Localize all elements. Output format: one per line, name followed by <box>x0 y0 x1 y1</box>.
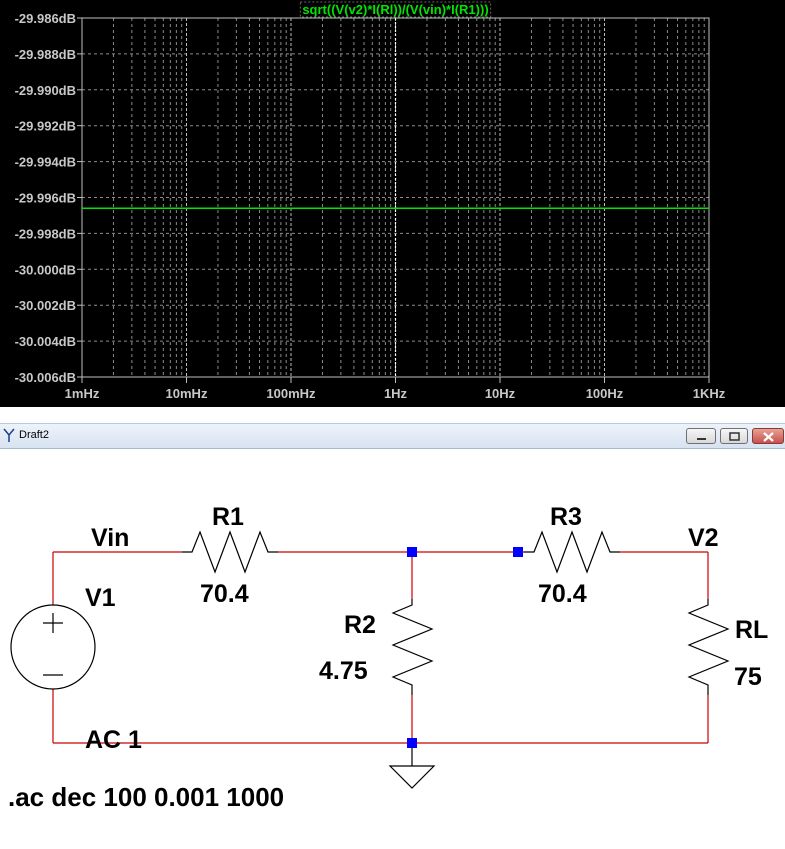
resistor-r3[interactable] <box>524 530 620 574</box>
schematic-window-titlebar[interactable]: Draft2 <box>0 423 785 449</box>
close-icon <box>763 432 774 442</box>
y-tick-label: -30.000dB <box>15 262 76 277</box>
voltage-source-v1[interactable] <box>10 604 96 690</box>
y-tick-label: -29.990dB <box>15 83 76 98</box>
r2-name[interactable]: R2 <box>344 611 376 639</box>
junction-dot <box>513 547 523 557</box>
spice-directive[interactable]: .ac dec 100 0.001 1000 <box>8 782 284 812</box>
ltspice-app-icon <box>3 428 15 442</box>
minimize-button[interactable] <box>686 428 716 444</box>
x-tick-label: 100mHz <box>266 386 316 401</box>
y-tick-label: -30.004dB <box>15 334 76 349</box>
v1-value[interactable]: AC 1 <box>85 726 142 754</box>
schematic-drawing[interactable]: Vin V2 V1 AC 1 R1 70.4 R2 4.75 R3 70.4 R… <box>0 449 785 849</box>
net-label-vin[interactable]: Vin <box>91 524 129 552</box>
y-tick-label: -29.986dB <box>15 11 76 26</box>
x-tick-label: 10mHz <box>166 386 208 401</box>
x-tick-label: 1Hz <box>384 386 408 401</box>
x-tick-label: 100Hz <box>586 386 624 401</box>
schematic-canvas[interactable]: Vin V2 V1 AC 1 R1 70.4 R2 4.75 R3 70.4 R… <box>0 449 785 849</box>
waveform-plot-pane[interactable]: -29.986dB -29.988dB -29.990dB -29.992dB -29.… <box>0 0 785 407</box>
schematic-labels: Vin V2 V1 AC 1 R1 70.4 R2 4.75 R3 70.4 R… <box>8 503 768 812</box>
junction-dot <box>407 547 417 557</box>
trace-label[interactable]: sqrt((V(v2)*I(Rl))/(V(vin)*I(R1))) <box>302 2 488 17</box>
v1-name[interactable]: V1 <box>85 584 116 612</box>
y-tick-label: -29.994dB <box>15 155 76 170</box>
rl-value[interactable]: 75 <box>734 663 762 691</box>
r3-name[interactable]: R3 <box>550 503 582 531</box>
y-tick-label: -30.002dB <box>15 298 76 313</box>
resistor-r1[interactable] <box>182 530 278 574</box>
y-tick-label: -29.992dB <box>15 119 76 134</box>
ground-symbol[interactable] <box>388 743 436 789</box>
resistor-r2[interactable] <box>391 599 434 695</box>
minimize-icon <box>697 438 706 440</box>
y-tick-label: -29.998dB <box>15 226 76 241</box>
r3-value[interactable]: 70.4 <box>538 580 587 608</box>
resistor-rl[interactable] <box>687 599 730 695</box>
y-tick-label: -29.988dB <box>15 47 76 62</box>
maximize-button[interactable] <box>720 428 748 444</box>
r1-value[interactable]: 70.4 <box>200 580 249 608</box>
close-button[interactable] <box>752 428 784 444</box>
maximize-icon <box>729 432 740 441</box>
waveform-plot[interactable]: -29.986dB -29.988dB -29.990dB -29.992dB -29.… <box>0 0 785 407</box>
wires <box>52 551 709 744</box>
net-label-v2[interactable]: V2 <box>688 524 719 552</box>
x-tick-label: 1KHz <box>693 386 726 401</box>
junction-dot <box>407 738 417 748</box>
x-tick-label: 10Hz <box>485 386 516 401</box>
node-dots <box>407 547 523 748</box>
r1-name[interactable]: R1 <box>212 503 244 531</box>
rl-name[interactable]: RL <box>735 616 768 644</box>
x-tick-label: 1mHz <box>65 386 100 401</box>
y-tick-label: -29.996dB <box>15 191 76 206</box>
y-tick-label: -30.006dB <box>15 370 76 385</box>
window-title: Draft2 <box>19 429 49 441</box>
r2-value[interactable]: 4.75 <box>319 657 368 685</box>
